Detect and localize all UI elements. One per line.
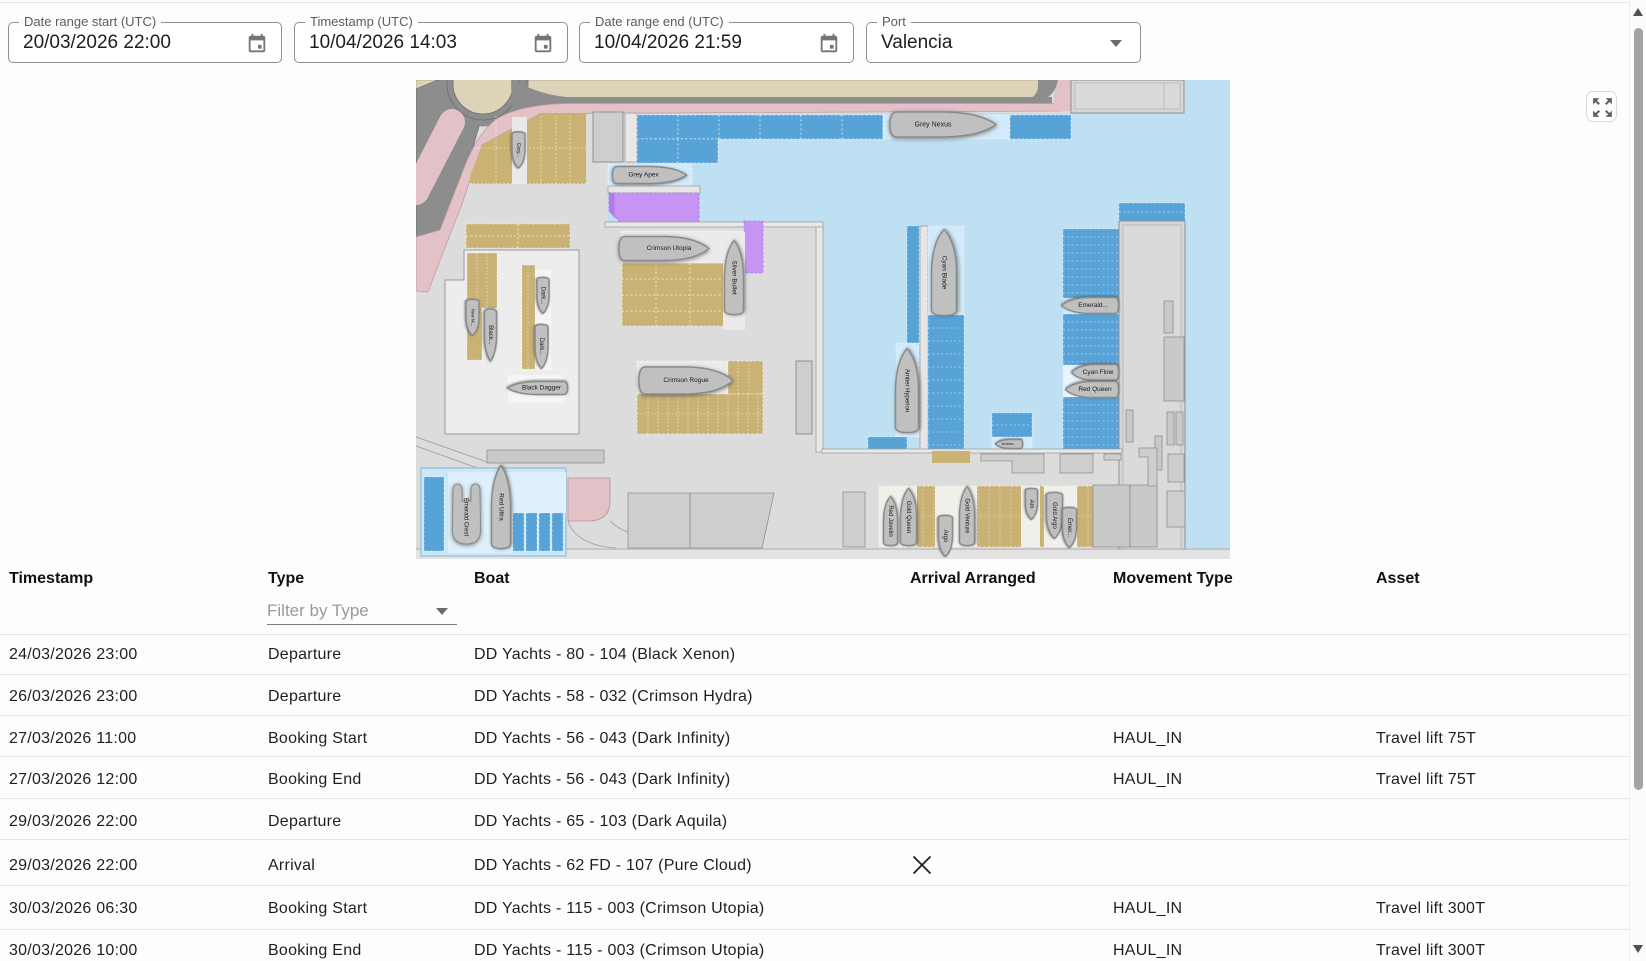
svg-text:Dark...: Dark...: [539, 287, 545, 305]
svg-text:Red Javelin: Red Javelin: [887, 505, 893, 536]
svg-text:Gold Argo: Gold Argo: [1051, 502, 1057, 529]
svg-text:Cyan Flow: Cyan Flow: [1083, 369, 1114, 376]
svg-text:Crimson Rogue: Crimson Rogue: [663, 377, 709, 384]
svg-text:New M...: New M...: [470, 309, 475, 327]
svg-text:Red Queen: Red Queen: [1078, 386, 1112, 393]
svg-text:Amber Hyperion: Amber Hyperion: [903, 369, 909, 412]
svg-text:Emerald Crest: Emerald Crest: [462, 498, 468, 537]
svg-text:Am: Am: [1028, 500, 1034, 509]
svg-text:Argo: Argo: [942, 530, 948, 543]
svg-text:Grey Nexus: Grey Nexus: [915, 121, 952, 128]
svg-text:Grey...: Grey...: [515, 143, 521, 158]
svg-text:Crimson Utopia: Crimson Utopia: [647, 245, 692, 252]
svg-text:Gold Queen: Gold Queen: [905, 501, 911, 533]
svg-text:Red Ultra: Red Ultra: [497, 493, 504, 521]
svg-text:Black Dagger: Black Dagger: [522, 385, 562, 392]
svg-text:Emer...: Emer...: [1066, 518, 1072, 537]
svg-text:Gold Venture: Gold Venture: [963, 498, 969, 534]
svg-text:Amber...: Amber...: [1002, 441, 1017, 446]
svg-text:Grey Apex: Grey Apex: [628, 172, 659, 179]
svg-text:Emerald...: Emerald...: [1078, 302, 1108, 309]
svg-text:Dark...: Dark...: [538, 338, 544, 356]
svg-text:Silver Bullet: Silver Bullet: [730, 260, 737, 295]
svg-text:Cyan Blade: Cyan Blade: [940, 256, 947, 290]
svg-text:Black...: Black...: [487, 325, 493, 345]
